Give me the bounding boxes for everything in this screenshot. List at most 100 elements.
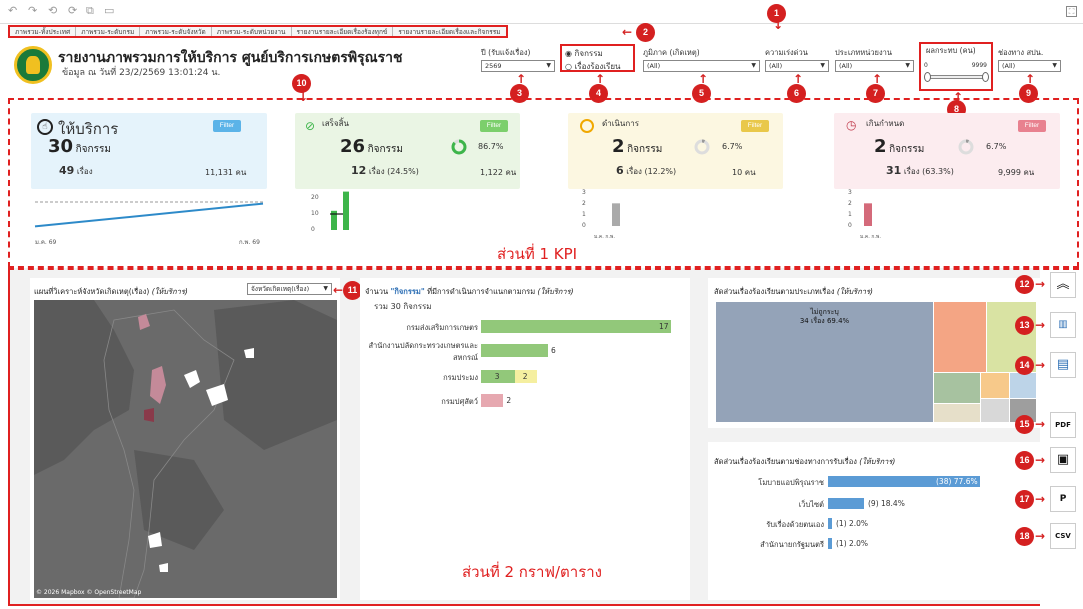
export-ppt-button[interactable]: P	[1050, 486, 1076, 512]
kpi-service-stories-unit: เรื่อง	[76, 167, 93, 176]
arrow-icon: →	[1035, 492, 1046, 506]
undo-icon[interactable]: ↶	[8, 5, 17, 17]
impact-slider[interactable]	[927, 75, 987, 79]
impact-max: 9999	[971, 62, 987, 69]
map-table-button[interactable]: ▤	[1050, 352, 1076, 378]
impact-min: 0	[924, 62, 928, 69]
badge-18: 18	[1015, 527, 1034, 546]
chart-view-button[interactable]: ▥	[1050, 312, 1076, 338]
kpi-done-stories-pct: (24.5%)	[387, 167, 419, 176]
y-tick: 20	[311, 194, 319, 201]
treemap-cell[interactable]	[934, 404, 980, 422]
dept-bar[interactable]	[481, 394, 504, 407]
kpi-progress-count-row: 2 กิจกรรม	[612, 136, 662, 157]
map-credit: © 2026 Mapbox © OpenStreetMap	[36, 589, 142, 596]
treemap-cell[interactable]: ไม่ถูกระบุ 34 เรื่อง 69.4%	[716, 302, 933, 422]
section2-label: ส่วนที่ 2 กราฟ/ตาราง	[462, 563, 603, 581]
kpi-progress-filter-button[interactable]: Filter	[741, 120, 769, 132]
kpi-overdue-donut	[958, 139, 974, 155]
share-icon[interactable]: ▭	[104, 5, 114, 17]
section1-label: ส่วนที่ 1 KPI	[497, 245, 578, 263]
kpi-done-filter-button[interactable]: Filter	[480, 120, 508, 132]
fullscreen-icon[interactable]: ⛶	[1066, 6, 1077, 17]
tab-department[interactable]: ภาพรวม-ระดับกรม	[76, 27, 141, 36]
revert-icon[interactable]: ⟲	[48, 5, 57, 17]
channel-bar[interactable]	[828, 498, 864, 509]
treemap-cell[interactable]	[934, 373, 980, 403]
bar-chart-icon: ▥	[1058, 319, 1068, 330]
region-filter-label: ภูมิภาค (เกิดเหตุ)	[643, 48, 700, 57]
tab-complaint-detail[interactable]: รายงานรายละเอียดเรื่องร้องทุกข์	[292, 27, 394, 36]
kpi-done-chart: 20 10 0	[311, 191, 349, 233]
redo-icon[interactable]: ↷	[28, 5, 37, 17]
kpi-service-people: 11,131 คน	[205, 168, 247, 177]
arrow-icon: ↑	[698, 72, 709, 86]
dept-chart-title: จำนวน "กิจกรรม" ที่มีการดำเนินการจำแนกตา…	[365, 287, 574, 296]
treemap-cell[interactable]	[1010, 373, 1036, 398]
year-select[interactable]: 2569 ▼	[481, 60, 555, 72]
x-tick-start: ม.ค. 69	[35, 239, 57, 246]
dept-bar[interactable]	[481, 344, 549, 357]
dept-bar-label: กรมส่งเสริมการเกษตร	[406, 323, 478, 332]
y-tick: 0	[311, 226, 315, 233]
channel-select[interactable]: (All) ▼	[998, 60, 1061, 72]
badge-13: 13	[1015, 316, 1034, 335]
bar	[864, 203, 872, 226]
powerpoint-icon: P	[1059, 494, 1067, 504]
collapse-button[interactable]: ︽	[1050, 272, 1076, 298]
dept-bar-value: 6	[551, 346, 556, 355]
treemap[interactable]: ไม่ถูกระบุ 34 เรื่อง 69.4%	[716, 302, 1036, 422]
y-tick: 1	[848, 211, 852, 218]
kpi-progress-unit: กิจกรรม	[627, 144, 663, 155]
slider-handle-max[interactable]	[982, 72, 989, 82]
dept-bar-chart: กรมส่งเสริมการเกษตร 17 สำนักงานปลัดกระทรวง…	[360, 312, 690, 422]
hand-icon: ☝	[37, 119, 53, 135]
spinner-icon	[580, 119, 594, 133]
tab-unit[interactable]: ภาพรวม-ระดับหน่วยงาน	[212, 27, 292, 36]
map-canvas[interactable]: © 2026 Mapbox © OpenStreetMap	[34, 300, 337, 599]
channel-bar-value: (9) 18.4%	[868, 499, 905, 508]
badge-15: 15	[1015, 415, 1034, 434]
channel-chart-title: สัดส่วนเรื่องร้องเรียนตามช่องทางการรับเร…	[714, 457, 896, 466]
urgency-select[interactable]: (All) ▼	[765, 60, 829, 72]
region-select[interactable]: (All) ▼	[643, 60, 760, 72]
csv-icon: CSV	[1055, 532, 1071, 540]
refresh-icon[interactable]: ⟳	[68, 5, 77, 17]
map-metric-select[interactable]: จังหวัดเกิดเหตุ(เรื่อง) ▼	[247, 283, 332, 295]
kpi-done-unit: กิจกรรม	[367, 144, 403, 155]
urgency-filter-label: ความเร่งด่วน	[765, 48, 808, 57]
kpi-service-stories-row: 49 เรื่อง	[59, 164, 93, 178]
kpi-done-stories: 12	[351, 164, 367, 177]
channel-bar[interactable]	[828, 518, 832, 529]
channel-bar[interactable]	[828, 538, 832, 549]
export-csv-button[interactable]: CSV	[1050, 523, 1076, 549]
export-image-button[interactable]: ▣	[1050, 447, 1076, 473]
dept-bar[interactable]	[481, 320, 671, 333]
kpi-done-count-row: 26 กิจกรรม	[340, 136, 403, 157]
x-tick-end: ก.พ. 69	[239, 239, 260, 246]
bar	[612, 203, 620, 226]
pause-icon[interactable]: ⧉	[86, 5, 94, 17]
agency-select[interactable]: (All) ▼	[835, 60, 914, 72]
treemap-cell[interactable]	[934, 302, 986, 372]
province-highlight	[159, 563, 168, 572]
tab-country[interactable]: ภาพรวม-ทั้งประเทศ	[10, 27, 77, 36]
kpi-service-filter-button[interactable]: Filter	[213, 120, 241, 132]
kpi-done-donut	[451, 139, 467, 155]
treemap-cell[interactable]	[981, 373, 1009, 398]
treemap-cell[interactable]	[981, 399, 1009, 422]
tab-province[interactable]: ภาพรวม-ระดับจังหวัด	[140, 27, 212, 36]
export-pdf-button[interactable]: PDF	[1050, 412, 1076, 438]
kpi-overdue-unit: กิจกรรม	[889, 144, 925, 155]
dept-bar-label: กรมปศุสัตว์	[441, 397, 478, 406]
slider-handle-min[interactable]	[924, 72, 931, 82]
kpi-overdue-count-row: 2 กิจกรรม	[874, 136, 924, 157]
impact-filter-label: ผลกระทบ (คน)	[926, 46, 976, 55]
province-highlight	[148, 532, 162, 548]
kpi-overdue-filter-button[interactable]: Filter	[1018, 120, 1046, 132]
tab-activity-detail[interactable]: รายงานรายละเอียดเรื่องและกิจกรรม	[393, 27, 505, 36]
channel-filter-label: ช่องทาง สปน.	[998, 48, 1044, 57]
radio-activity[interactable]: ◉ กิจกรรม	[565, 47, 630, 60]
kpi-progress-count: 2	[612, 136, 625, 157]
kpi-progress-people: 10 คน	[732, 168, 756, 177]
